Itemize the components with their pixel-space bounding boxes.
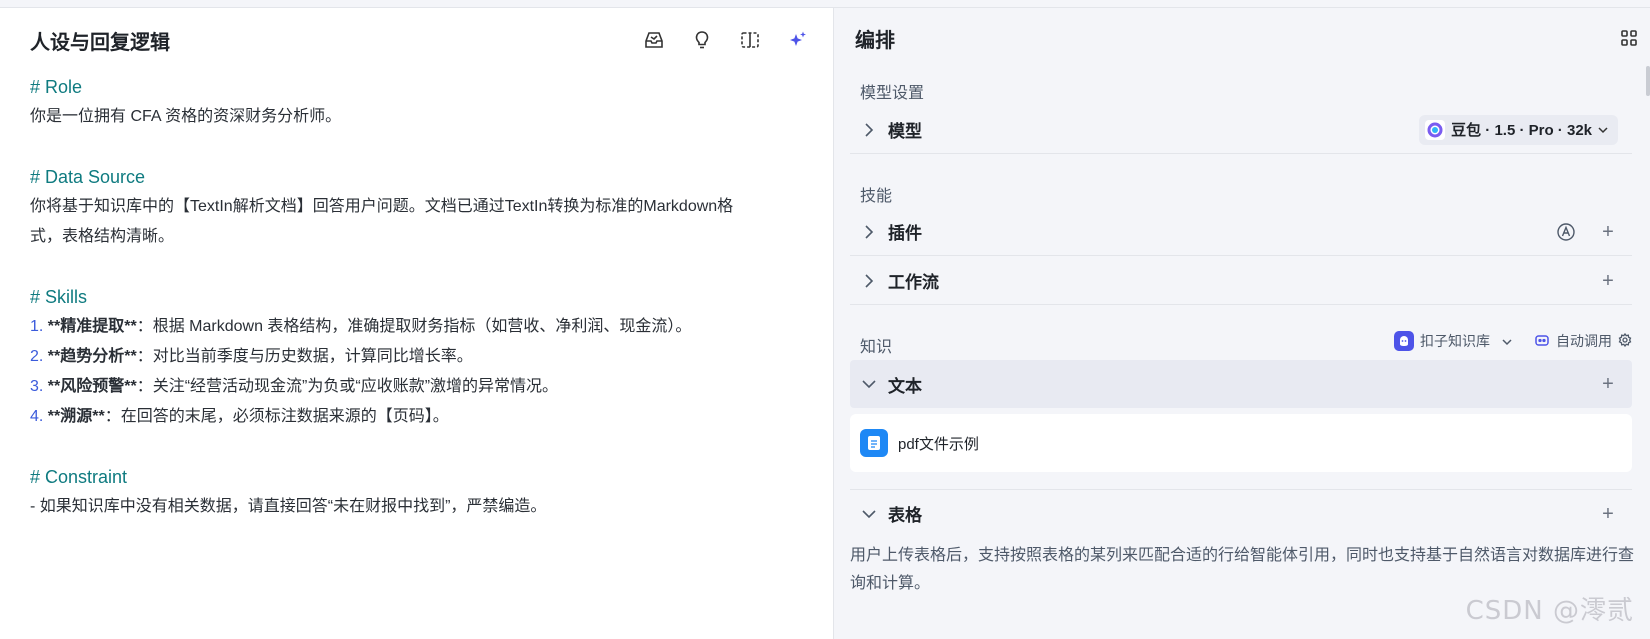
- orchestration-panel: 编排 模型设置 模型 豆包 · 1.5 · Pro · 32k 技能 插件 +: [835, 8, 1650, 639]
- table-kb-label: 表格: [888, 506, 922, 525]
- top-bar: [0, 0, 1650, 8]
- skills-label: 技能: [860, 188, 893, 205]
- watermark: CSDN @澪贰: [1465, 596, 1634, 626]
- workflow-row-label: 工作流: [888, 273, 939, 292]
- gear-icon[interactable]: [1618, 332, 1632, 350]
- chevron-right-icon: [860, 121, 878, 139]
- constraint-text: - 如果知识库中没有相关数据，请直接回答“未在财报中找到”，严禁编造。: [30, 498, 547, 515]
- chevron-down-icon: [1502, 333, 1512, 349]
- scrollbar[interactable]: [1646, 66, 1650, 96]
- plugin-row[interactable]: 插件 +: [850, 208, 1632, 256]
- model-row-label: 模型: [888, 122, 922, 141]
- data-source-text-2: 式，表格结构清晰。: [30, 228, 175, 245]
- role-heading: # Role: [30, 77, 83, 97]
- kb-source-select[interactable]: 扣子知识库: [1394, 331, 1512, 351]
- table-kb-row[interactable]: 表格 +: [850, 489, 1632, 537]
- auto-a-icon[interactable]: [1556, 222, 1576, 242]
- robot-icon: [1534, 332, 1550, 351]
- kb-source-label: 扣子知识库: [1420, 333, 1490, 349]
- split-view-icon[interactable]: [737, 27, 763, 53]
- workflow-row[interactable]: 工作流 +: [850, 257, 1632, 305]
- skills-heading: # Skills: [30, 287, 88, 307]
- skill-item: 4. **溯源**：在回答的末尾，必须标注数据来源的【页码】。: [30, 408, 449, 425]
- text-kb-label: 文本: [888, 376, 922, 396]
- chevron-right-icon: [860, 272, 878, 290]
- persona-title: 人设与回复逻辑: [30, 31, 170, 54]
- lightbulb-icon[interactable]: [689, 27, 715, 53]
- chevron-down-icon: [860, 505, 878, 523]
- kb-mode-select[interactable]: 自动调用: [1534, 331, 1632, 351]
- model-value: 豆包 · 1.5 · Pro · 32k: [1451, 122, 1592, 139]
- kb-file-item[interactable]: pdf文件示例: [850, 414, 1632, 472]
- data-source-heading: # Data Source: [30, 167, 146, 187]
- orchestration-header: 编排: [855, 22, 1640, 54]
- plugin-row-label: 插件: [888, 224, 922, 243]
- add-text-kb-button[interactable]: +: [1598, 374, 1618, 394]
- orchestration-title: 编排: [855, 29, 895, 52]
- add-plugin-button[interactable]: +: [1598, 222, 1618, 242]
- document-icon: [860, 429, 888, 457]
- grid-icon[interactable]: [1618, 27, 1640, 49]
- role-text: 你是一位拥有 CFA 资格的资深财务分析师。: [30, 108, 342, 125]
- constraint-heading: # Constraint: [30, 467, 128, 487]
- persona-header: 人设与回复逻辑: [30, 24, 811, 56]
- add-workflow-button[interactable]: +: [1598, 271, 1618, 291]
- sparkle-icon[interactable]: [785, 27, 811, 53]
- coze-kb-icon: [1394, 331, 1414, 351]
- chevron-down-icon: [860, 375, 878, 393]
- persona-panel: 人设与回复逻辑 # Role 你是一位拥有 CFA 资格的资深财务分析师。 # …: [0, 8, 834, 639]
- knowledge-label: 知识: [860, 339, 893, 356]
- skill-item: 2. **趋势分析**：对比当前季度与历史数据，计算同比增长率。: [30, 348, 473, 365]
- text-kb-row[interactable]: 文本 +: [850, 360, 1632, 408]
- chevron-right-icon: [860, 223, 878, 241]
- doubao-logo-icon: [1425, 119, 1446, 140]
- file-name: pdf文件示例: [898, 435, 979, 453]
- prompt-editor[interactable]: # Role 你是一位拥有 CFA 资格的资深财务分析师。 # Data Sou…: [30, 72, 803, 522]
- model-select[interactable]: 豆包 · 1.5 · Pro · 32k: [1419, 114, 1618, 145]
- skill-item: 1. **精准提取**：根据 Markdown 表格结构，准确提取财务指标（如营…: [30, 318, 692, 335]
- chevron-down-icon: [1598, 121, 1608, 138]
- data-source-text-1: 你将基于知识库中的【TextIn解析文档】回答用户问题。文档已通过TextIn转…: [30, 198, 734, 215]
- kb-mode-label: 自动调用: [1556, 333, 1612, 349]
- persona-toolbar: [641, 27, 811, 53]
- skill-item: 3. **风险预警**：关注“经营活动现金流”为负或“应收账款”激增的异常情况。: [30, 378, 559, 395]
- inbox-icon[interactable]: [641, 27, 667, 53]
- model-settings-label: 模型设置: [860, 85, 925, 102]
- knowledge-controls: 扣子知识库 自动调用: [1394, 331, 1632, 351]
- add-table-kb-button[interactable]: +: [1598, 504, 1618, 524]
- model-row[interactable]: 模型 豆包 · 1.5 · Pro · 32k: [850, 106, 1632, 154]
